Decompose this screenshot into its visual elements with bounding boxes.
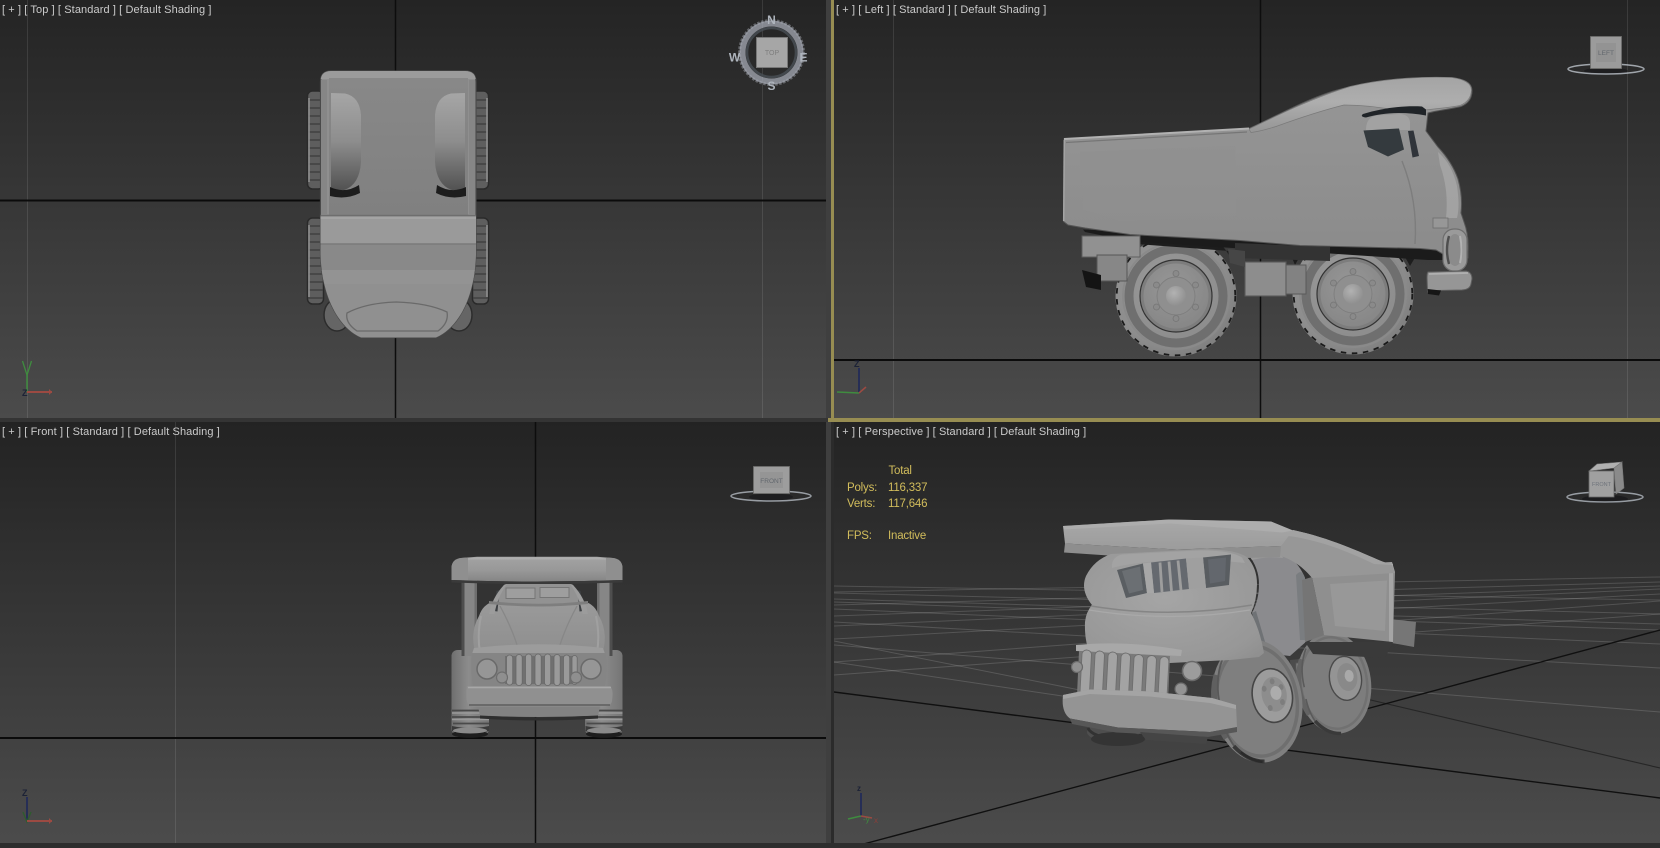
svg-text:Inactive: Inactive: [888, 530, 926, 542]
svg-text:Z: Z: [854, 359, 860, 369]
svg-text:LEFT: LEFT: [1598, 50, 1614, 57]
svg-text:Polys:: Polys:: [847, 482, 877, 494]
svg-text:E: E: [799, 51, 807, 65]
svg-text:-y: -y: [863, 815, 870, 824]
svg-text:FRONT: FRONT: [760, 478, 782, 485]
svg-text:W: W: [729, 51, 741, 65]
svg-text:FRONT: FRONT: [1592, 482, 1612, 488]
svg-text:N: N: [767, 13, 776, 27]
svg-text:117,646: 117,646: [888, 498, 927, 510]
svg-text:116,337: 116,337: [888, 482, 927, 494]
svg-text:S: S: [767, 79, 775, 93]
svg-text:z: z: [857, 784, 861, 793]
svg-text:Z: Z: [22, 788, 28, 798]
svg-text:Verts:: Verts:: [847, 498, 875, 510]
svg-text:TOP: TOP: [765, 50, 780, 57]
svg-text:Z: Z: [22, 388, 28, 398]
svg-text:Total: Total: [889, 465, 912, 477]
svg-text:x: x: [874, 816, 878, 825]
svg-text:FPS:: FPS:: [847, 530, 872, 542]
